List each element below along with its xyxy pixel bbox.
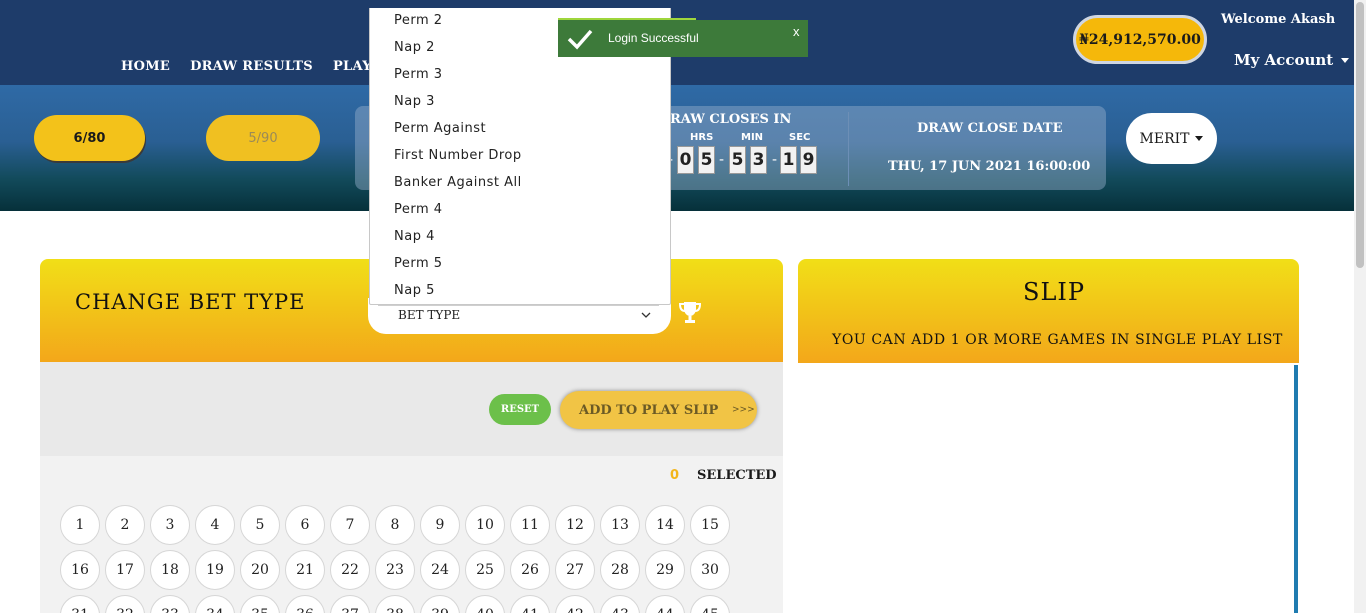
number-ball[interactable]: 5 bbox=[240, 505, 280, 545]
dropdown-option[interactable]: First Number Drop bbox=[394, 148, 522, 163]
close-icon[interactable]: x bbox=[793, 24, 800, 39]
countdown-digit: 5 bbox=[698, 146, 715, 174]
draw-closes-title: RAW CLOSES IN bbox=[670, 112, 792, 127]
merit-label: MERIT bbox=[1139, 130, 1190, 147]
number-ball[interactable]: 1 bbox=[60, 505, 100, 545]
countdown-digit: 9 bbox=[800, 146, 817, 174]
number-ball[interactable]: 20 bbox=[240, 550, 280, 590]
countdown-digit: 3 bbox=[750, 146, 767, 174]
number-ball[interactable]: 22 bbox=[330, 550, 370, 590]
number-ball[interactable]: 10 bbox=[465, 505, 505, 545]
bet-type-title: CHANGE BET TYPE bbox=[75, 290, 306, 314]
chevron-down-icon bbox=[641, 312, 651, 318]
dropdown-option[interactable]: Nap 3 bbox=[394, 94, 435, 109]
dropdown-option[interactable]: Perm 2 bbox=[394, 13, 443, 28]
number-ball[interactable]: 9 bbox=[420, 505, 460, 545]
toast-message: Login Successful bbox=[608, 31, 699, 45]
dropdown-option[interactable]: Perm Against bbox=[394, 121, 486, 136]
selected-count: 0 bbox=[670, 468, 680, 483]
number-ball[interactable]: 4 bbox=[195, 505, 235, 545]
number-ball[interactable]: 15 bbox=[690, 505, 730, 545]
countdown-separator: - bbox=[772, 152, 778, 168]
number-ball[interactable]: 16 bbox=[60, 550, 100, 590]
nav-home-link[interactable]: HOME bbox=[121, 59, 170, 74]
number-ball[interactable]: 17 bbox=[105, 550, 145, 590]
trophy-icon[interactable] bbox=[677, 299, 703, 327]
page: HOME DRAW RESULTS PLAYER H ₦24,912,570.0… bbox=[0, 0, 1366, 613]
hrs-label: HRS bbox=[690, 132, 714, 143]
slip-scroll-edge bbox=[1294, 365, 1298, 613]
number-ball[interactable]: 23 bbox=[375, 550, 415, 590]
number-ball[interactable]: 24 bbox=[420, 550, 460, 590]
number-ball[interactable]: 29 bbox=[645, 550, 685, 590]
dropdown-option[interactable]: Nap 2 bbox=[394, 40, 435, 55]
my-account-label: My Account bbox=[1234, 51, 1334, 69]
dropdown-option[interactable]: Banker Against All bbox=[394, 175, 522, 190]
add-to-play-slip-label: ADD TO PLAY SLIP bbox=[579, 403, 719, 418]
number-ball[interactable]: 19 bbox=[195, 550, 235, 590]
scrollbar-thumb[interactable] bbox=[1356, 2, 1364, 268]
dropdown-option[interactable]: Nap 4 bbox=[394, 229, 435, 244]
number-ball[interactable]: 13 bbox=[600, 505, 640, 545]
reset-button[interactable]: RESET bbox=[489, 394, 551, 425]
number-ball[interactable]: 14 bbox=[645, 505, 685, 545]
merit-dropdown-button[interactable]: MERIT bbox=[1126, 113, 1217, 164]
login-toast: Login Successful x bbox=[558, 20, 808, 57]
countdown-digit: 1 bbox=[780, 146, 797, 174]
dropdown-option[interactable]: Perm 5 bbox=[394, 256, 443, 271]
dropdown-option[interactable]: Perm 4 bbox=[394, 202, 443, 217]
selected-label: SELECTED bbox=[697, 468, 777, 483]
number-ball[interactable]: 28 bbox=[600, 550, 640, 590]
chevron-down-icon bbox=[1195, 136, 1204, 141]
game-5-90-button[interactable]: 5/90 bbox=[206, 115, 320, 161]
my-account-dropdown[interactable]: My Account bbox=[1234, 51, 1350, 69]
number-ball[interactable]: 8 bbox=[375, 505, 415, 545]
draw-close-date-title: DRAW CLOSE DATE bbox=[917, 121, 1063, 136]
number-ball[interactable]: 26 bbox=[510, 550, 550, 590]
chevron-down-icon bbox=[1341, 57, 1350, 63]
nav-draw-results-link[interactable]: DRAW RESULTS bbox=[190, 59, 313, 74]
dropdown-option[interactable]: Nap 5 bbox=[394, 283, 435, 298]
sec-label: SEC bbox=[789, 132, 811, 143]
slip-subtitle: YOU CAN ADD 1 OR MORE GAMES IN SINGLE PL… bbox=[832, 332, 1283, 348]
panel-divider bbox=[848, 112, 849, 186]
number-ball[interactable]: 18 bbox=[150, 550, 190, 590]
game-6-80-button[interactable]: 6/80 bbox=[34, 115, 145, 161]
countdown-digit: 5 bbox=[729, 146, 746, 174]
number-ball[interactable]: 27 bbox=[555, 550, 595, 590]
number-ball[interactable]: 30 bbox=[690, 550, 730, 590]
number-ball[interactable]: 3 bbox=[150, 505, 190, 545]
number-ball[interactable]: 6 bbox=[285, 505, 325, 545]
add-to-play-slip-button[interactable]: ADD TO PLAY SLIP >>> bbox=[560, 391, 757, 429]
countdown-separator: - bbox=[719, 152, 725, 168]
number-ball[interactable]: 2 bbox=[105, 505, 145, 545]
wallet-balance[interactable]: ₦24,912,570.00 bbox=[1073, 15, 1207, 64]
countdown-digit: 0 bbox=[677, 146, 694, 174]
bet-type-select-value: BET TYPE bbox=[398, 307, 461, 322]
checkmark-icon bbox=[567, 29, 593, 50]
number-ball[interactable]: 25 bbox=[465, 550, 505, 590]
number-ball[interactable]: 12 bbox=[555, 505, 595, 545]
dropdown-option[interactable]: Perm 3 bbox=[394, 67, 443, 82]
number-ball[interactable]: 21 bbox=[285, 550, 325, 590]
arrows-icon: >>> bbox=[732, 405, 755, 415]
welcome-text: Welcome Akash bbox=[1221, 12, 1336, 27]
min-label: MIN bbox=[741, 132, 764, 143]
bet-type-select[interactable]: BET TYPE bbox=[378, 305, 659, 323]
slip-title: SLIP bbox=[1023, 278, 1086, 306]
number-ball[interactable]: 11 bbox=[510, 505, 550, 545]
draw-close-date-value: THU, 17 JUN 2021 16:00:00 bbox=[888, 159, 1091, 174]
number-ball[interactable]: 7 bbox=[330, 505, 370, 545]
slip-body bbox=[798, 363, 1299, 613]
